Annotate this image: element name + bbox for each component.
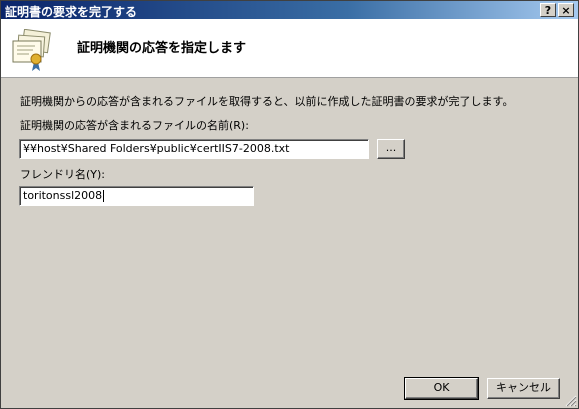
friendly-name-label: フレンドリ名(Y): [20, 168, 106, 181]
certificate-icon [12, 29, 51, 71]
text-caret [103, 190, 105, 202]
file-name-label: 証明機関の応答が含まれるファイルの名前(R): [20, 119, 249, 132]
window-title: 証明書の要求を完了する [5, 5, 138, 19]
title-bar[interactable]: 証明書の要求を完了する ? × [1, 1, 578, 19]
file-name-input[interactable]: ¥¥host¥Shared Folders¥public¥certIIS7-20… [19, 139, 369, 159]
header-title: 証明機関の応答を指定します [77, 41, 247, 56]
browse-button[interactable]: ... [377, 139, 405, 159]
dialog-window: 証明書の要求を完了する ? × 証明機関の応答を指定します 証明機関からの応答が… [0, 0, 579, 409]
wizard-header: 証明機関の応答を指定します [1, 19, 578, 78]
help-button[interactable]: ? [540, 3, 556, 17]
resize-grip-icon[interactable] [565, 395, 577, 407]
cancel-button[interactable]: キャンセル [487, 378, 560, 399]
description-text: 証明機関からの応答が含まれるファイルを取得すると、以前に作成した証明書の要求が完… [20, 95, 514, 108]
close-button[interactable]: × [558, 3, 574, 17]
friendly-name-input[interactable]: toritonssl2008 [19, 186, 254, 206]
ok-button[interactable]: OK [404, 377, 479, 400]
file-name-value: ¥¥host¥Shared Folders¥public¥certIIS7-20… [23, 142, 290, 155]
friendly-name-value: toritonssl2008 [23, 189, 103, 202]
